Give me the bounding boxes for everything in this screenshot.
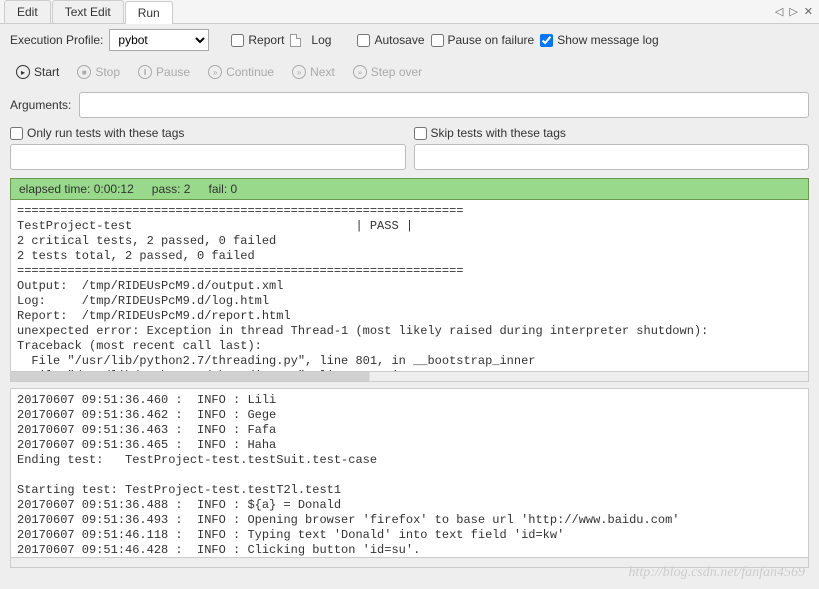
pass-count: pass: 2 bbox=[152, 182, 191, 196]
run-toolbar: ▸Start ■Stop ‖Pause »Continue »Next »Ste… bbox=[0, 56, 819, 88]
stop-icon: ■ bbox=[77, 65, 91, 79]
message-log-panel[interactable]: 20170607 09:51:36.460 : INFO : Lili 2017… bbox=[10, 388, 809, 558]
next-button: »Next bbox=[286, 63, 341, 81]
status-bar: elapsed time: 0:00:12 pass: 2 fail: 0 bbox=[10, 178, 809, 200]
report-doc-icon[interactable] bbox=[290, 34, 301, 47]
log-label[interactable]: Log bbox=[311, 33, 331, 47]
elapsed-time: elapsed time: 0:00:12 bbox=[19, 182, 134, 196]
fail-count: fail: 0 bbox=[208, 182, 237, 196]
show-message-log-checkbox[interactable]: Show message log bbox=[540, 33, 658, 47]
watermark: http://blog.csdn.net/fanfan4569 bbox=[628, 565, 805, 581]
tab-run[interactable]: Run bbox=[125, 1, 173, 24]
output-scrollbar[interactable] bbox=[10, 372, 809, 382]
skip-tags-checkbox[interactable]: Skip tests with these tags bbox=[414, 126, 810, 140]
next-icon: » bbox=[292, 65, 306, 79]
play-icon: ▸ bbox=[16, 65, 30, 79]
report-checkbox[interactable]: Report bbox=[231, 33, 284, 47]
execution-profile-label: Execution Profile: bbox=[10, 33, 103, 47]
autosave-checkbox[interactable]: Autosave bbox=[357, 33, 424, 47]
arguments-input[interactable] bbox=[79, 92, 809, 118]
start-button[interactable]: ▸Start bbox=[10, 63, 65, 81]
execution-profile-select[interactable]: pybot bbox=[109, 29, 209, 51]
tab-close-icon[interactable]: ✕ bbox=[804, 5, 813, 18]
output-panel[interactable]: ========================================… bbox=[10, 200, 809, 372]
tab-text-edit[interactable]: Text Edit bbox=[52, 0, 124, 23]
tab-edit[interactable]: Edit bbox=[4, 0, 51, 23]
profile-toolbar: Execution Profile: pybot Report Log Auto… bbox=[0, 24, 819, 56]
pause-button: ‖Pause bbox=[132, 63, 196, 81]
step-over-icon: » bbox=[353, 65, 367, 79]
continue-icon: » bbox=[208, 65, 222, 79]
tab-prev-icon[interactable]: ◁ bbox=[775, 5, 783, 18]
only-tags-checkbox[interactable]: Only run tests with these tags bbox=[10, 126, 406, 140]
arguments-label: Arguments: bbox=[10, 98, 71, 112]
only-tags-input[interactable] bbox=[10, 144, 406, 170]
step-over-button: »Step over bbox=[347, 63, 428, 81]
skip-tags-input[interactable] bbox=[414, 144, 810, 170]
tab-next-icon[interactable]: ▷ bbox=[789, 5, 797, 18]
tab-bar: Edit Text Edit Run ◁ ▷ ✕ bbox=[0, 0, 819, 24]
pause-icon: ‖ bbox=[138, 65, 152, 79]
pause-on-failure-checkbox[interactable]: Pause on failure bbox=[431, 33, 535, 47]
continue-button: »Continue bbox=[202, 63, 280, 81]
stop-button: ■Stop bbox=[71, 63, 126, 81]
